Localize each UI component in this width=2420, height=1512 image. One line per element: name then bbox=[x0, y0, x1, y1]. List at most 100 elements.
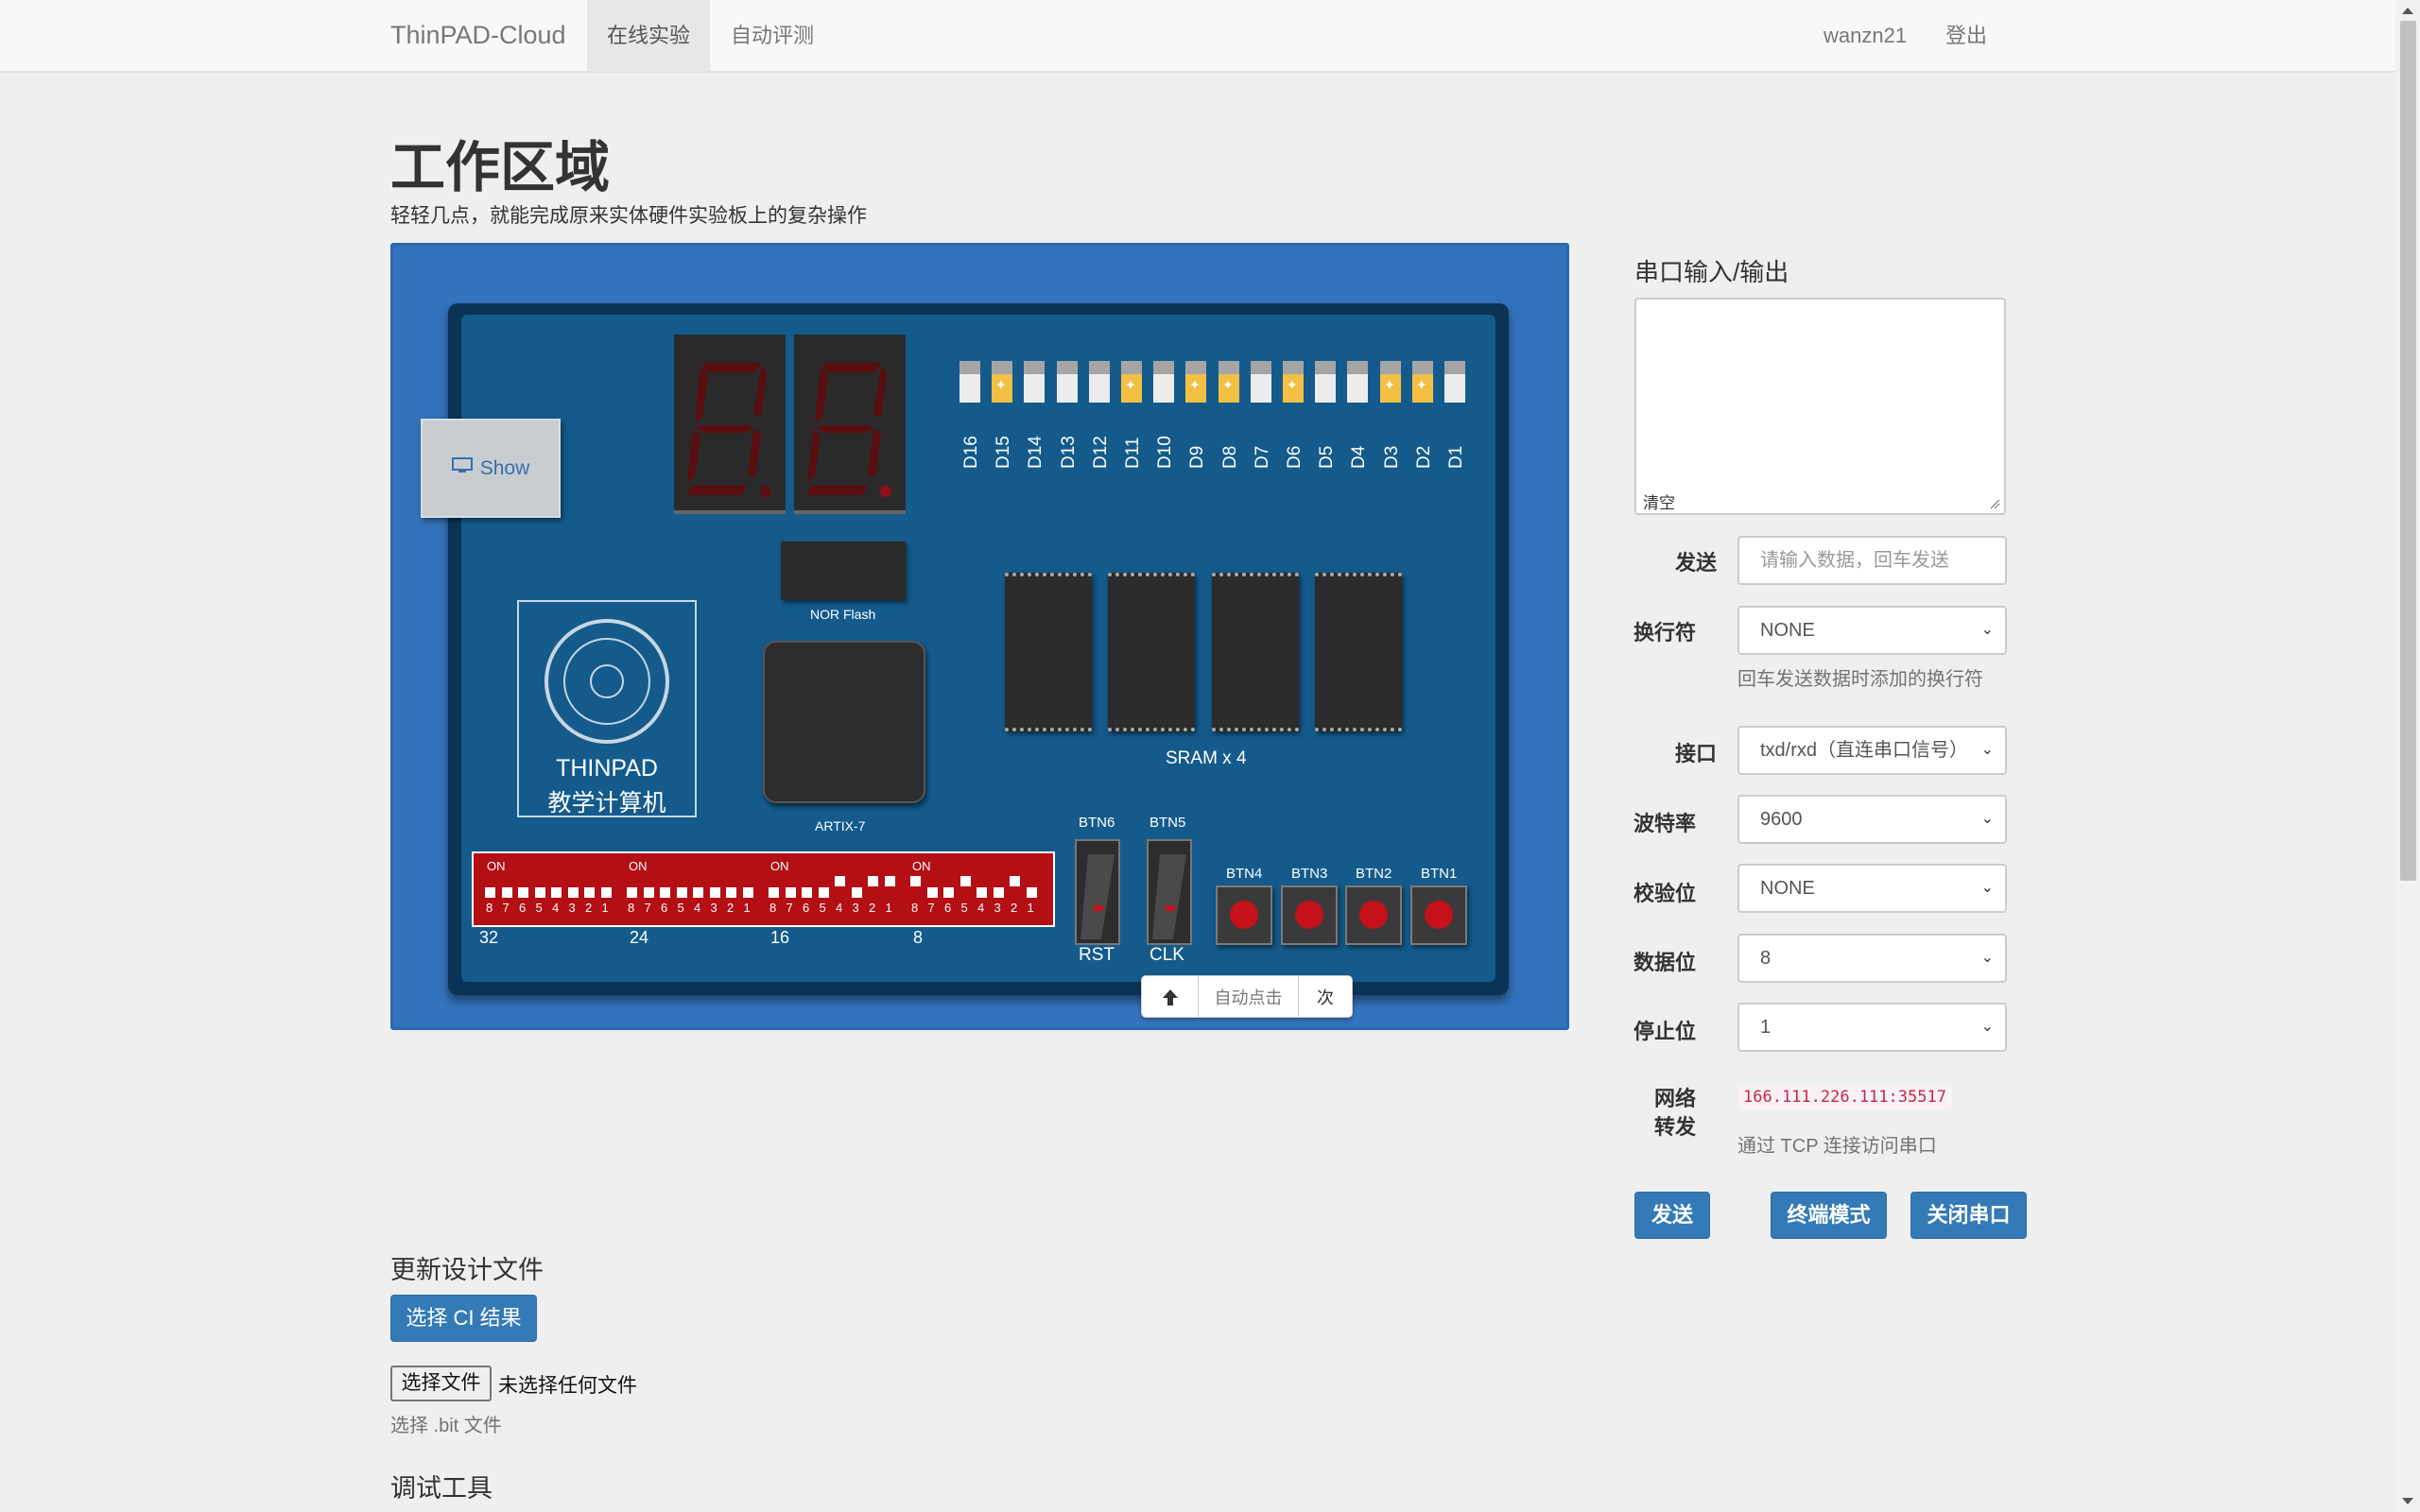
seven-segment-display-2 bbox=[794, 335, 906, 514]
databits-select[interactable]: 8 ⌄ bbox=[1737, 934, 2007, 983]
dip-switch-number: 7 bbox=[502, 901, 510, 915]
dip-switch[interactable] bbox=[709, 887, 720, 898]
nav-logout[interactable]: 登出 bbox=[1926, 0, 2007, 71]
dip-switch[interactable] bbox=[676, 887, 687, 898]
parity-label: 校验位 bbox=[1633, 882, 1696, 905]
led-light bbox=[1251, 374, 1271, 403]
dip-switch-number: 6 bbox=[519, 901, 527, 915]
dip-switch[interactable] bbox=[910, 876, 921, 886]
clk-button[interactable] bbox=[1147, 839, 1192, 945]
page-scrollbar[interactable] bbox=[2395, 0, 2420, 1512]
led-light bbox=[1219, 374, 1239, 403]
terminal-mode-button[interactable]: 终端模式 bbox=[1771, 1192, 1887, 1239]
serial-output-textarea[interactable] bbox=[1634, 298, 2006, 515]
debug-section-title: 调试工具 bbox=[390, 1474, 493, 1503]
dip-switch-number: 2 bbox=[869, 901, 876, 915]
send-input[interactable]: 请输入数据，回车发送 bbox=[1737, 536, 2007, 585]
dip-switch[interactable] bbox=[643, 887, 654, 898]
close-serial-button[interactable]: 关闭串口 bbox=[1910, 1192, 2027, 1239]
port-select[interactable]: txd/rxd（直连串口信号） ⌄ bbox=[1737, 726, 2007, 775]
dip-switch[interactable] bbox=[943, 887, 954, 898]
dip-switch[interactable] bbox=[993, 887, 1004, 898]
dip-switch[interactable] bbox=[726, 887, 736, 898]
led-d10 bbox=[1153, 361, 1174, 403]
dip-switch-number: 6 bbox=[661, 901, 668, 915]
led-label-d1: D1 bbox=[1446, 445, 1466, 469]
dip-switch[interactable] bbox=[785, 887, 796, 898]
parity-select[interactable]: NONE ⌄ bbox=[1737, 864, 2007, 913]
dip-on-label: ON bbox=[629, 859, 648, 873]
sram-label: SRAM x 4 bbox=[1166, 748, 1247, 768]
university-seal-icon bbox=[544, 619, 669, 744]
dip-switch[interactable] bbox=[518, 887, 528, 898]
monitor-icon bbox=[451, 456, 473, 480]
dip-switch-number: 2 bbox=[1011, 901, 1018, 915]
dip-switch[interactable] bbox=[567, 887, 579, 898]
dip-switch[interactable] bbox=[693, 887, 703, 898]
dip-switch[interactable] bbox=[627, 887, 637, 898]
dip-switch[interactable] bbox=[884, 876, 895, 886]
dip-switch[interactable] bbox=[802, 887, 812, 898]
led-light bbox=[1444, 374, 1465, 403]
btn5-label: BTN5 bbox=[1150, 815, 1186, 831]
dip-switch[interactable] bbox=[835, 876, 845, 886]
dip-switch[interactable] bbox=[926, 887, 938, 898]
nav-auto-eval[interactable]: 自动评测 bbox=[711, 0, 834, 71]
dip-switch[interactable] bbox=[485, 887, 495, 898]
logo-line-2: 教学计算机 bbox=[547, 790, 666, 816]
dip-switch[interactable] bbox=[660, 887, 670, 898]
clear-button[interactable]: 清空 bbox=[1643, 490, 1675, 513]
dip-switch[interactable] bbox=[600, 887, 612, 898]
port-value: txd/rxd（直连串口信号） bbox=[1760, 740, 1969, 761]
nav-online-lab[interactable]: 在线实验 bbox=[587, 0, 711, 71]
led-label-d11: D11 bbox=[1123, 437, 1143, 469]
thinpad-logo: THINPAD 教学计算机 bbox=[517, 600, 697, 817]
nav-user[interactable]: wanzn21 bbox=[1804, 0, 1927, 71]
dip-label-24: 24 bbox=[630, 928, 649, 947]
file-name-text: 未选择任何文件 bbox=[498, 1375, 637, 1397]
btn3-label: BTN3 bbox=[1291, 866, 1328, 882]
dip-switch-number: 3 bbox=[994, 901, 1001, 915]
led-light bbox=[1412, 374, 1433, 403]
scroll-up-icon[interactable] bbox=[2402, 8, 2413, 14]
newline-select[interactable]: NONE ⌄ bbox=[1737, 606, 2007, 655]
dip-on-label: ON bbox=[912, 859, 931, 873]
auto-click-input[interactable]: 自动点击 bbox=[1199, 976, 1299, 1017]
resize-handle-icon[interactable] bbox=[1989, 498, 2000, 509]
baud-select[interactable]: 9600 ⌄ bbox=[1737, 795, 2007, 844]
dip-switch[interactable] bbox=[977, 887, 987, 898]
rst-button[interactable] bbox=[1075, 839, 1120, 945]
led-label-d16: D16 bbox=[961, 436, 981, 469]
dip-switch-number: 1 bbox=[1027, 901, 1034, 915]
send-button[interactable]: 发送 bbox=[1634, 1192, 1710, 1239]
btn3-button[interactable] bbox=[1281, 885, 1338, 945]
btn1-button[interactable] bbox=[1410, 885, 1467, 945]
dip-switch-number: 1 bbox=[601, 901, 609, 915]
chevron-down-icon: ⌄ bbox=[1980, 811, 1994, 827]
logo-line-1: THINPAD bbox=[556, 755, 658, 782]
dip-switch[interactable] bbox=[868, 876, 878, 886]
dip-switch[interactable] bbox=[769, 887, 779, 898]
dip-switch[interactable] bbox=[534, 887, 545, 898]
btn2-button[interactable] bbox=[1345, 885, 1402, 945]
select-ci-button[interactable]: 选择 CI 结果 bbox=[390, 1295, 537, 1342]
dip-switch[interactable] bbox=[851, 887, 862, 898]
brand-link[interactable]: ThinPAD-Cloud bbox=[390, 21, 566, 50]
show-button[interactable]: Show bbox=[421, 419, 561, 518]
choose-file-button[interactable]: 选择文件 bbox=[390, 1366, 492, 1401]
scroll-down-icon[interactable] bbox=[2402, 1498, 2413, 1504]
stopbits-select[interactable]: 1 ⌄ bbox=[1737, 1003, 2007, 1052]
dip-switch[interactable] bbox=[1010, 876, 1020, 886]
dip-switch[interactable] bbox=[501, 887, 512, 898]
scroll-thumb[interactable] bbox=[2400, 21, 2416, 881]
arrow-up-icon[interactable] bbox=[1142, 976, 1199, 1017]
dip-switch[interactable] bbox=[1026, 887, 1037, 898]
dip-switch[interactable] bbox=[551, 887, 562, 898]
dip-switch[interactable] bbox=[959, 876, 971, 886]
dip-switch[interactable] bbox=[818, 887, 829, 898]
led-label-d10: D10 bbox=[1155, 436, 1175, 469]
btn4-button[interactable] bbox=[1216, 885, 1272, 945]
forward-address: 166.111.226.111:35517 bbox=[1737, 1085, 1952, 1109]
dip-switch[interactable] bbox=[742, 887, 753, 898]
dip-switch[interactable] bbox=[584, 887, 595, 898]
